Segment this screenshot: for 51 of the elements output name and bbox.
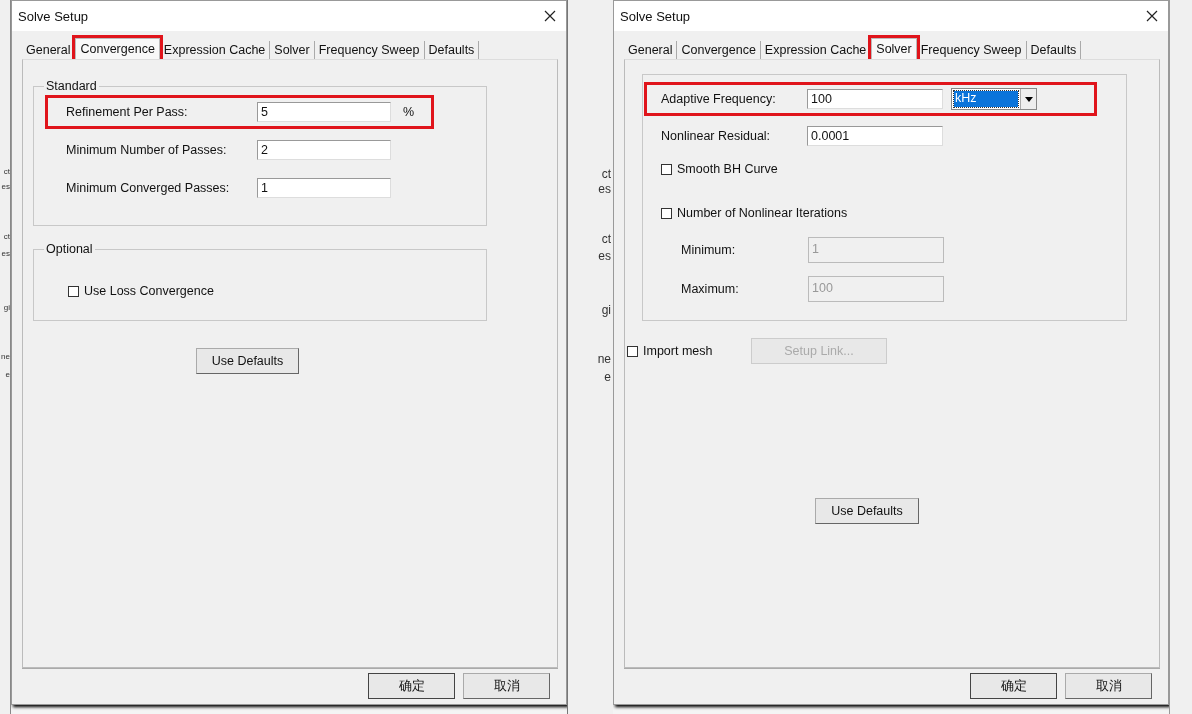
close-icon[interactable] [1146, 10, 1158, 22]
field-label: Minimum Converged Passes: [66, 181, 231, 195]
background-text: e [604, 370, 611, 384]
checkbox[interactable] [68, 285, 79, 297]
checkbox-label: Number of Nonlinear Iterations [677, 206, 848, 220]
background-text: es [1, 182, 10, 191]
background-text: gi [601, 303, 611, 317]
checkbox-label: Import mesh [643, 344, 713, 358]
dialog-button[interactable]: 取消 [1065, 673, 1152, 699]
checkbox[interactable] [627, 345, 638, 357]
input-field[interactable]: 100 [807, 89, 943, 109]
background-text: gi [3, 303, 10, 312]
background-text: ne [597, 352, 611, 366]
field-label: Adaptive Frequency: [661, 92, 777, 106]
background-text: ne [1, 352, 10, 361]
field-label: Minimum: [681, 243, 737, 257]
close-icon[interactable] [544, 10, 556, 22]
input-field[interactable]: 5 [257, 102, 391, 122]
field-label: Maximum: [681, 282, 740, 296]
background-text: ct [601, 167, 611, 181]
background-text: ct [601, 232, 611, 246]
field-label: Refinement Per Pass: [66, 105, 189, 119]
background-text: ct [3, 232, 10, 241]
use-defaults-button[interactable]: Use Defaults [195, 348, 300, 374]
dropdown-caret-icon [1024, 96, 1033, 102]
group-title: Optional [44, 242, 95, 256]
use-defaults-button[interactable]: Use Defaults [815, 498, 919, 524]
dialog-button[interactable]: 确定 [368, 673, 455, 699]
input-field[interactable]: 2 [257, 140, 391, 160]
field-label: Nonlinear Residual: [661, 129, 772, 143]
checkbox[interactable] [661, 207, 672, 219]
background-text: ct [3, 167, 10, 176]
checkbox-label: Use Loss Convergence [84, 284, 214, 298]
background-text: e [5, 370, 10, 379]
unit-dropdown[interactable]: kHz [951, 88, 1037, 110]
checkbox-label: Smooth BH Curve [677, 162, 778, 176]
window-title: Solve Setup [18, 8, 89, 24]
checkbox[interactable] [661, 163, 672, 175]
group-title: Standard [44, 79, 99, 93]
background-text: es [1, 249, 10, 258]
dialog-button[interactable]: 确定 [970, 673, 1057, 699]
dialog-button[interactable]: 取消 [463, 673, 550, 699]
unit-label: % [403, 105, 415, 119]
input-field[interactable]: 0.0001 [807, 126, 943, 146]
background-text: es [598, 249, 611, 263]
tab[interactable]: Convergence [75, 38, 160, 59]
input-field[interactable]: 1 [257, 178, 391, 198]
tab[interactable]: Solver [871, 38, 917, 59]
background-text: es [598, 182, 611, 196]
field-label: Minimum Number of Passes: [66, 143, 228, 157]
window-title: Solve Setup [620, 8, 691, 24]
